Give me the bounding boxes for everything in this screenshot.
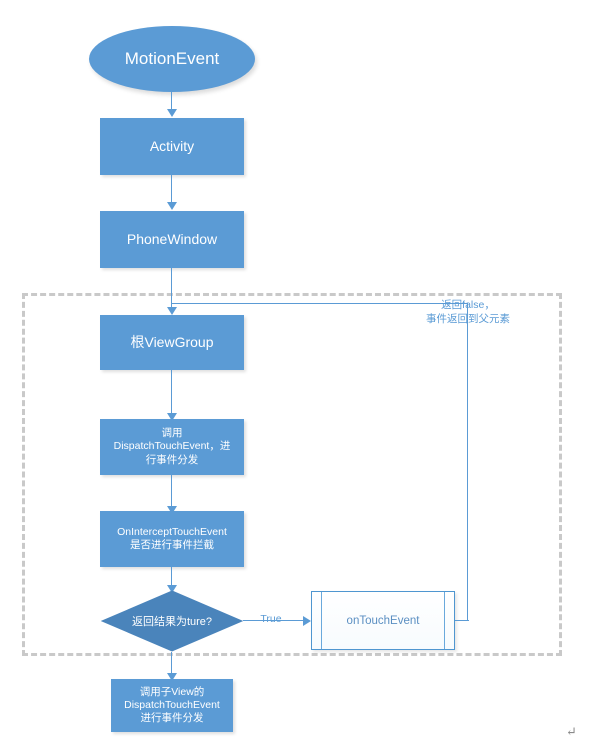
on-touch-event-label: onTouchEvent xyxy=(346,614,420,627)
arrowhead-into-activity xyxy=(167,109,177,117)
paragraph-return-mark: ↵ xyxy=(566,724,577,739)
connector-motionevent-to-activity xyxy=(171,92,173,110)
node-activity[interactable]: Activity xyxy=(100,118,244,175)
node-child-dispatch-touch-event[interactable]: 调用子View的 DispatchTouchEvent 进行事件分发 xyxy=(111,679,233,732)
edge-label-return-false: 返回false， 事件返回到父元素 xyxy=(426,299,510,326)
node-dispatch-touch-event[interactable]: 调用 DispatchTouchEvent，进 行事件分发 xyxy=(100,419,244,475)
node-root-viewgroup[interactable]: 根ViewGroup xyxy=(100,315,244,370)
node-decision-return-true[interactable]: 返回结果为ture? xyxy=(101,590,243,652)
arrowhead-into-rootviewgroup xyxy=(167,307,177,315)
decision-label: 返回结果为ture? xyxy=(131,616,213,628)
arrowhead-into-ontouchevent xyxy=(303,616,311,626)
edge-label-true: True xyxy=(260,613,282,625)
node-motion-event[interactable]: MotionEvent xyxy=(89,26,255,92)
connector-dispatch-to-intercept xyxy=(171,475,173,509)
connector-activity-to-phonewindow xyxy=(171,175,173,203)
connector-rootviewgroup-to-dispatch xyxy=(171,370,173,416)
arrowhead-into-phonewindow xyxy=(167,202,177,210)
node-on-touch-event[interactable]: onTouchEvent xyxy=(311,591,455,650)
node-on-intercept-touch-event[interactable]: OnInterceptTouchEvent 是否进行事件拦截 xyxy=(100,511,244,567)
connector-feedback-segment-vertical xyxy=(467,303,469,621)
flowchart-canvas: MotionEvent Activity PhoneWindow 根ViewGr… xyxy=(0,0,589,749)
node-phone-window[interactable]: PhoneWindow xyxy=(100,211,244,268)
